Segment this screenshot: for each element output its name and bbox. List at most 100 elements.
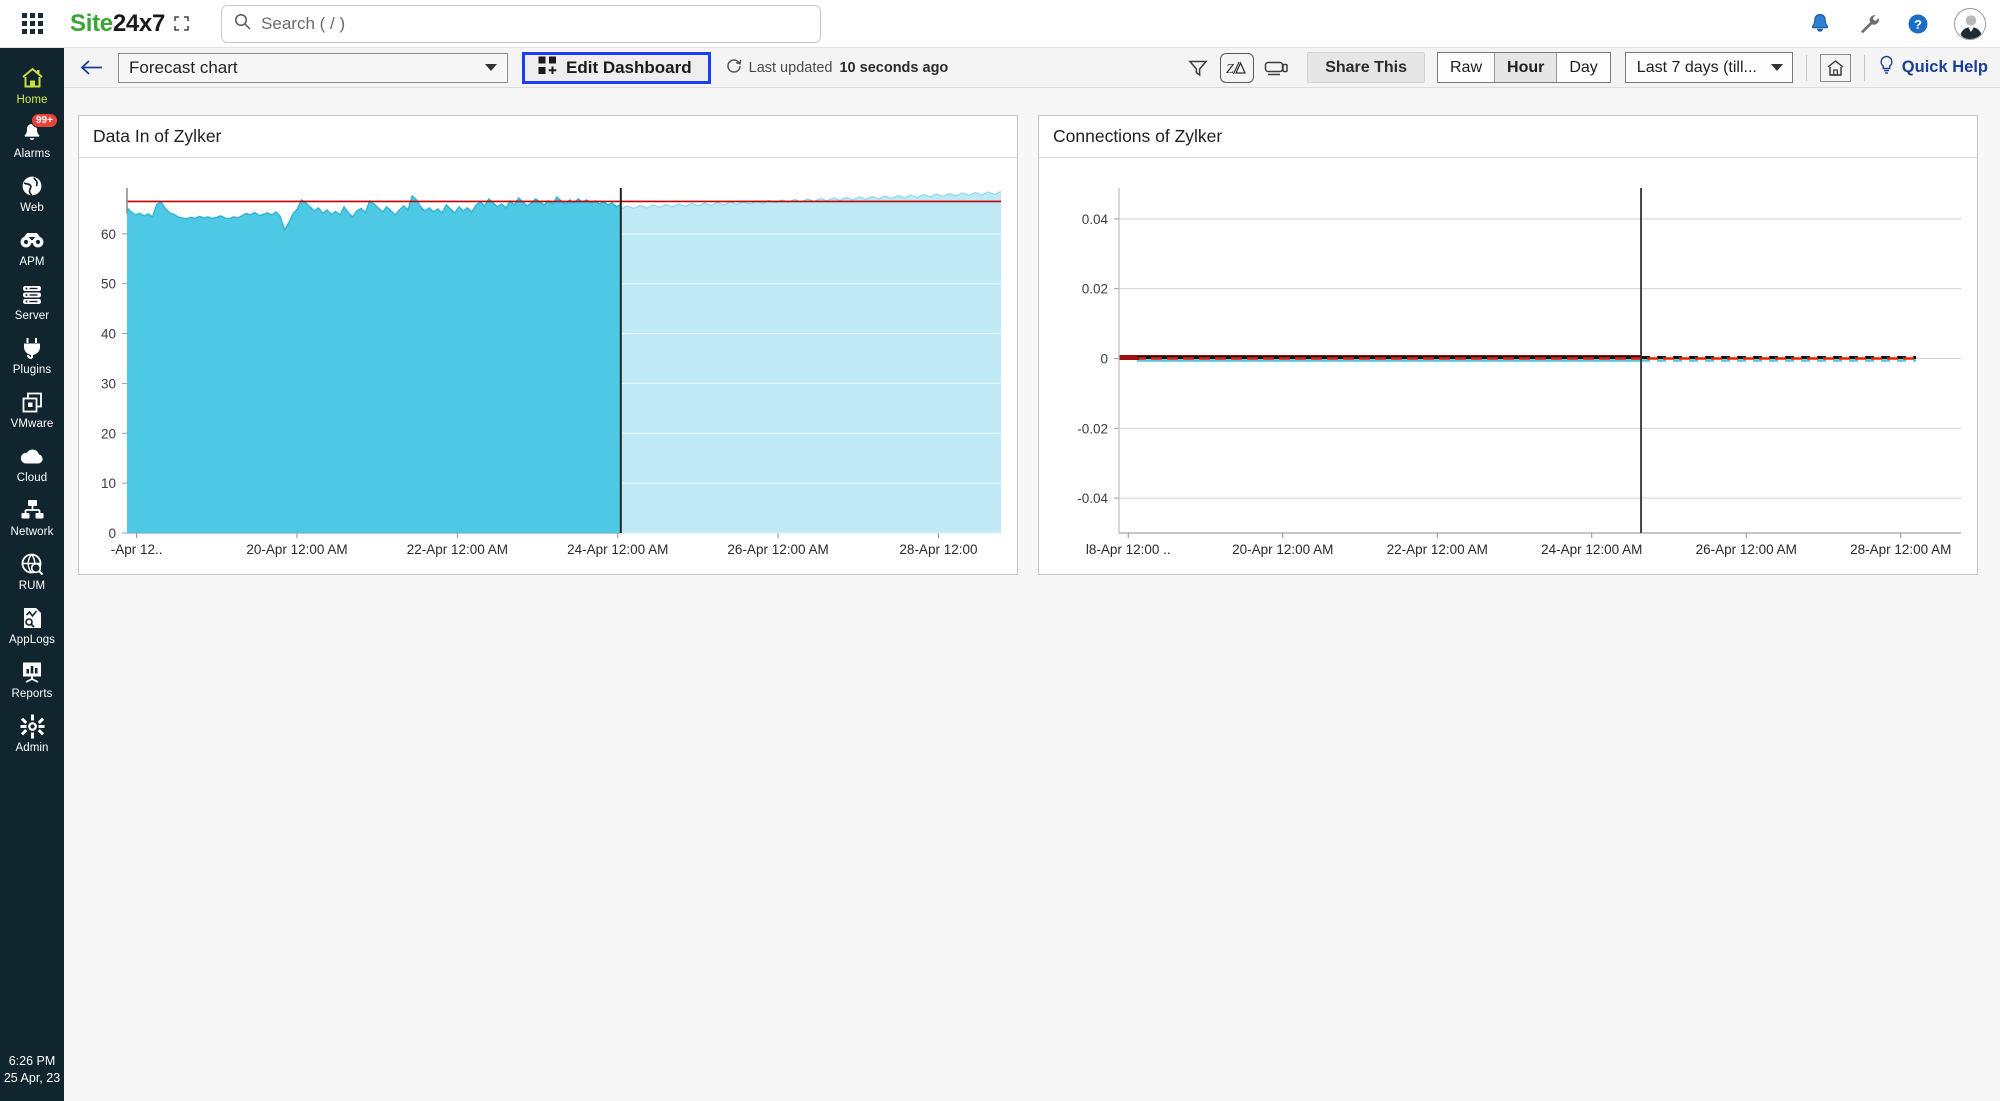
- binoculars-icon: [19, 227, 45, 253]
- svg-text:50: 50: [101, 277, 116, 292]
- bell-icon[interactable]: [1807, 11, 1833, 37]
- dashboard-select[interactable]: Forecast chart: [118, 53, 508, 83]
- svg-text:24-Apr 12:00 AM: 24-Apr 12:00 AM: [1541, 542, 1642, 557]
- sidebar-item-label: AppLogs: [9, 634, 55, 646]
- svg-text:22-Apr 12:00 AM: 22-Apr 12:00 AM: [407, 542, 508, 557]
- sidebar-item-network[interactable]: Network: [0, 490, 64, 544]
- last-updated-prefix: Last updated: [749, 60, 833, 76]
- sidebar-item-label: Server: [15, 310, 49, 322]
- widget-title: Connections of Zylker: [1039, 116, 1977, 158]
- search-icon: [234, 13, 251, 35]
- expand-icon[interactable]: [174, 16, 189, 31]
- granularity-segmented-control: Raw Hour Day: [1437, 52, 1611, 83]
- svg-text:Z: Z: [1226, 62, 1234, 77]
- home-icon: [20, 65, 45, 91]
- sidebar-item-home[interactable]: Home: [0, 58, 64, 112]
- vmware-icon: [21, 389, 44, 415]
- svg-text:60: 60: [101, 227, 116, 242]
- sidebar-clock: 6:26 PM 25 Apr, 23: [0, 1053, 64, 1087]
- tv-mode-icon[interactable]: [1259, 51, 1293, 85]
- dashboard-toolbar: Forecast chart Edit Dashboard Last updat…: [64, 48, 2000, 88]
- sidebar-item-applogs[interactable]: AppLogs: [0, 598, 64, 652]
- sidebar-item-apm[interactable]: APM: [0, 220, 64, 274]
- sidebar-item-label: Home: [16, 94, 47, 106]
- sidebar-item-server[interactable]: Server: [0, 274, 64, 328]
- applogs-icon: [21, 605, 43, 631]
- bulb-icon: [1878, 55, 1895, 80]
- server-icon: [20, 281, 44, 307]
- period-select[interactable]: Last 7 days (till...: [1625, 52, 1793, 83]
- widget-data-in: Data In of Zylker 0102030405060-Apr 12..…: [78, 115, 1018, 575]
- last-updated: Last updated 10 seconds ago: [726, 58, 949, 78]
- sidebar-item-alarms[interactable]: 99+ Alarms: [0, 112, 64, 166]
- wrench-icon[interactable]: [1857, 12, 1882, 37]
- svg-text:28-Apr 12:00: 28-Apr 12:00: [899, 542, 977, 557]
- period-select-value: Last 7 days (till...: [1637, 59, 1757, 77]
- sidebar-item-admin[interactable]: Admin: [0, 706, 64, 760]
- svg-text:0: 0: [1100, 352, 1108, 367]
- svg-text:l8-Apr 12:00 ..: l8-Apr 12:00 ..: [1086, 542, 1171, 557]
- plug-icon: [21, 335, 43, 361]
- share-this-button[interactable]: Share This: [1307, 52, 1425, 83]
- chevron-down-icon: [1771, 64, 1783, 71]
- edit-dashboard-button[interactable]: Edit Dashboard: [522, 52, 711, 84]
- add-widget-icon: [538, 56, 557, 80]
- sidebar-item-cloud[interactable]: Cloud: [0, 436, 64, 490]
- status-badge: 99+: [31, 113, 58, 128]
- chart-connections[interactable]: -0.04-0.0200.020.04l8-Apr 12:00 ..20-Apr…: [1039, 158, 1977, 575]
- home-box-icon[interactable]: [1820, 54, 1851, 82]
- help-icon[interactable]: ?: [1906, 12, 1930, 36]
- svg-text:26-Apr 12:00 AM: 26-Apr 12:00 AM: [727, 542, 828, 557]
- svg-text:?: ?: [1914, 17, 1922, 32]
- chart-data-in[interactable]: 0102030405060-Apr 12..20-Apr 12:00 AM22-…: [79, 158, 1017, 575]
- sidebar-item-rum[interactable]: RUM: [0, 544, 64, 598]
- toolbar-actions: Z Share This Raw Hour Day Last 7 days (t…: [1181, 51, 2000, 85]
- sidebar-item-label: Reports: [12, 688, 53, 700]
- avatar[interactable]: [1954, 8, 1986, 40]
- sidebar: Home 99+ Alarms Web: [0, 48, 64, 1101]
- sidebar-item-plugins[interactable]: Plugins: [0, 328, 64, 382]
- reports-icon: [20, 659, 44, 685]
- sidebar-item-reports[interactable]: Reports: [0, 652, 64, 706]
- sidebar-item-web[interactable]: Web: [0, 166, 64, 220]
- sidebar-item-vmware[interactable]: VMware: [0, 382, 64, 436]
- divider: [1806, 55, 1807, 81]
- search-bar[interactable]: [221, 5, 821, 43]
- dashboard-widgets: Data In of Zylker 0102030405060-Apr 12..…: [78, 115, 1978, 575]
- rum-globe-icon: [20, 551, 44, 577]
- sidebar-item-label: VMware: [11, 418, 54, 430]
- brand-logo[interactable]: Site 24x7: [70, 10, 189, 38]
- last-updated-value: 10 seconds ago: [839, 60, 948, 76]
- svg-text:0: 0: [108, 526, 116, 541]
- granularity-option-day[interactable]: Day: [1557, 53, 1609, 82]
- quick-help-button[interactable]: Quick Help: [1878, 55, 1988, 80]
- sidebar-item-label: Web: [20, 202, 44, 214]
- cloud-icon: [19, 443, 45, 469]
- back-arrow-icon[interactable]: [80, 59, 104, 76]
- svg-text:26-Apr 12:00 AM: 26-Apr 12:00 AM: [1696, 542, 1797, 557]
- filter-icon[interactable]: [1181, 51, 1215, 85]
- granularity-option-hour[interactable]: Hour: [1494, 53, 1557, 82]
- refresh-icon[interactable]: [726, 58, 742, 78]
- sidebar-item-label: Plugins: [13, 364, 51, 376]
- clock-date: 25 Apr, 23: [0, 1070, 64, 1087]
- svg-text:30: 30: [101, 376, 116, 391]
- grid-launcher-icon[interactable]: [0, 0, 64, 48]
- svg-text:10: 10: [101, 476, 116, 491]
- zia-icon[interactable]: Z: [1220, 53, 1254, 83]
- svg-text:20-Apr 12:00 AM: 20-Apr 12:00 AM: [1232, 542, 1333, 557]
- svg-text:24-Apr 12:00 AM: 24-Apr 12:00 AM: [567, 542, 668, 557]
- sidebar-item-label: RUM: [19, 580, 46, 592]
- widget-title: Data In of Zylker: [79, 116, 1017, 158]
- sidebar-item-label: APM: [19, 256, 44, 268]
- svg-text:0.02: 0.02: [1082, 282, 1108, 297]
- chevron-down-icon: [485, 64, 497, 71]
- svg-text:22-Apr 12:00 AM: 22-Apr 12:00 AM: [1387, 542, 1488, 557]
- search-input[interactable]: [261, 14, 808, 34]
- bell-icon: 99+: [20, 119, 44, 145]
- divider: [1864, 55, 1865, 81]
- sidebar-item-label: Network: [11, 526, 54, 538]
- brand-site-text: Site: [70, 10, 113, 38]
- granularity-option-raw[interactable]: Raw: [1438, 53, 1494, 82]
- share-this-label: Share This: [1325, 59, 1407, 77]
